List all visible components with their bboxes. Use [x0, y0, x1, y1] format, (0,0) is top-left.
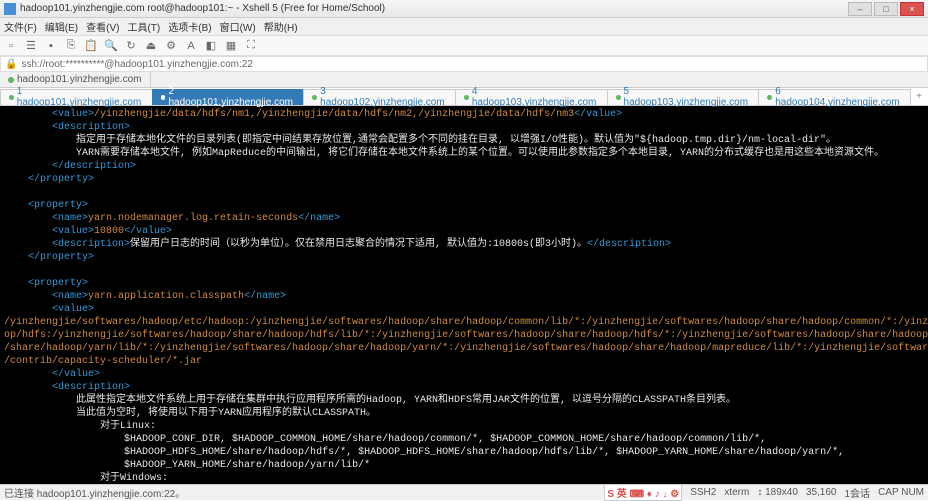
menu-tools[interactable]: 工具(T) — [127, 19, 160, 34]
close-button[interactable]: × — [900, 2, 924, 16]
editor-tab-2[interactable]: 2 hadoop101.yinzhengjie.com — [152, 89, 305, 105]
reconnect-icon[interactable]: ↻ — [124, 39, 138, 53]
maximize-button[interactable]: □ — [874, 2, 898, 16]
open-icon[interactable]: ☰ — [24, 39, 38, 53]
disconnect-icon[interactable]: ⏏ — [144, 39, 158, 53]
window-titlebar: hadoop101.yinzhengjie.com root@hadoop101… — [0, 0, 928, 18]
status-dot-icon — [9, 95, 14, 100]
menu-help[interactable]: 帮助(H) — [264, 19, 298, 34]
paste-icon[interactable]: 📋 — [84, 39, 98, 53]
font-icon[interactable]: A — [184, 39, 198, 53]
session-tab[interactable]: hadoop101.yinzhengjie.com — [0, 72, 151, 87]
save-icon[interactable]: ▪ — [44, 39, 58, 53]
address-text: ssh://root:**********@hadoop101.yinzheng… — [21, 59, 252, 70]
menu-view[interactable]: 查看(V) — [86, 19, 119, 34]
status-position: 35,160 — [806, 487, 837, 498]
lock-icon: 🔒 — [5, 59, 17, 70]
session-tab-label: hadoop101.yinzhengjie.com — [17, 74, 142, 85]
status-caps: CAP NUM — [878, 487, 924, 498]
address-bar[interactable]: 🔒 ssh://root:**********@hadoop101.yinzhe… — [0, 56, 928, 72]
editor-tab-bar: 1 hadoop101.yinzhengjie.com 2 hadoop101.… — [0, 88, 928, 106]
editor-tab-1[interactable]: 1 hadoop101.yinzhengjie.com — [0, 89, 153, 105]
status-dot-icon — [161, 95, 166, 100]
status-dot-icon — [464, 95, 469, 100]
status-bar: 已连接 hadoop101.yinzhengjie.com:22。 S 英 ⌨ … — [0, 484, 928, 500]
minimize-button[interactable]: – — [848, 2, 872, 16]
copy-icon[interactable]: ⎘ — [64, 39, 78, 53]
terminal-output[interactable]: <value>/yinzhengjie/data/hdfs/nm1,/yinzh… — [0, 106, 928, 484]
ime-indicator[interactable]: S 英 ⌨ ♦ ♪ ↓ ⚙ — [604, 484, 682, 501]
fullscreen-icon[interactable]: ⛶ — [244, 39, 258, 53]
status-dot-icon — [312, 95, 317, 100]
add-tab-button[interactable]: + — [910, 91, 928, 102]
layout-icon[interactable]: ▦ — [224, 39, 238, 53]
status-connection: 已连接 hadoop101.yinzhengjie.com:22。 — [4, 485, 185, 500]
status-sessions: 1会话 — [845, 485, 871, 500]
editor-tab-3[interactable]: 3 hadoop102.yinzhengjie.com — [303, 89, 456, 105]
window-title: hadoop101.yinzhengjie.com root@hadoop101… — [20, 3, 848, 14]
menu-window[interactable]: 窗口(W) — [220, 19, 256, 34]
menu-bar: 文件(F) 编辑(E) 查看(V) 工具(T) 选项卡(B) 窗口(W) 帮助(… — [0, 18, 928, 36]
find-icon[interactable]: 🔍 — [104, 39, 118, 53]
color-icon[interactable]: ◧ — [204, 39, 218, 53]
editor-tab-4[interactable]: 4 hadoop103.yinzhengjie.com — [455, 89, 608, 105]
status-dot-icon — [767, 95, 772, 100]
menu-edit[interactable]: 编辑(E) — [45, 19, 78, 34]
properties-icon[interactable]: ⚙ — [164, 39, 178, 53]
toolbar: ▫ ☰ ▪ ⎘ 📋 🔍 ↻ ⏏ ⚙ A ◧ ▦ ⛶ — [0, 36, 928, 56]
status-size: ↕ 189x40 — [757, 487, 798, 498]
menu-tabs[interactable]: 选项卡(B) — [168, 19, 211, 34]
editor-tab-5[interactable]: 5 hadoop103.yinzhengjie.com — [607, 89, 760, 105]
status-dot-icon — [8, 77, 14, 83]
editor-tab-6[interactable]: 6 hadoop104.yinzhengjie.com — [758, 89, 911, 105]
status-term-type: xterm — [724, 487, 749, 498]
new-icon[interactable]: ▫ — [4, 39, 18, 53]
status-protocol: SSH2 — [690, 487, 716, 498]
menu-file[interactable]: 文件(F) — [4, 19, 37, 34]
status-dot-icon — [616, 95, 621, 100]
app-icon — [4, 3, 16, 15]
